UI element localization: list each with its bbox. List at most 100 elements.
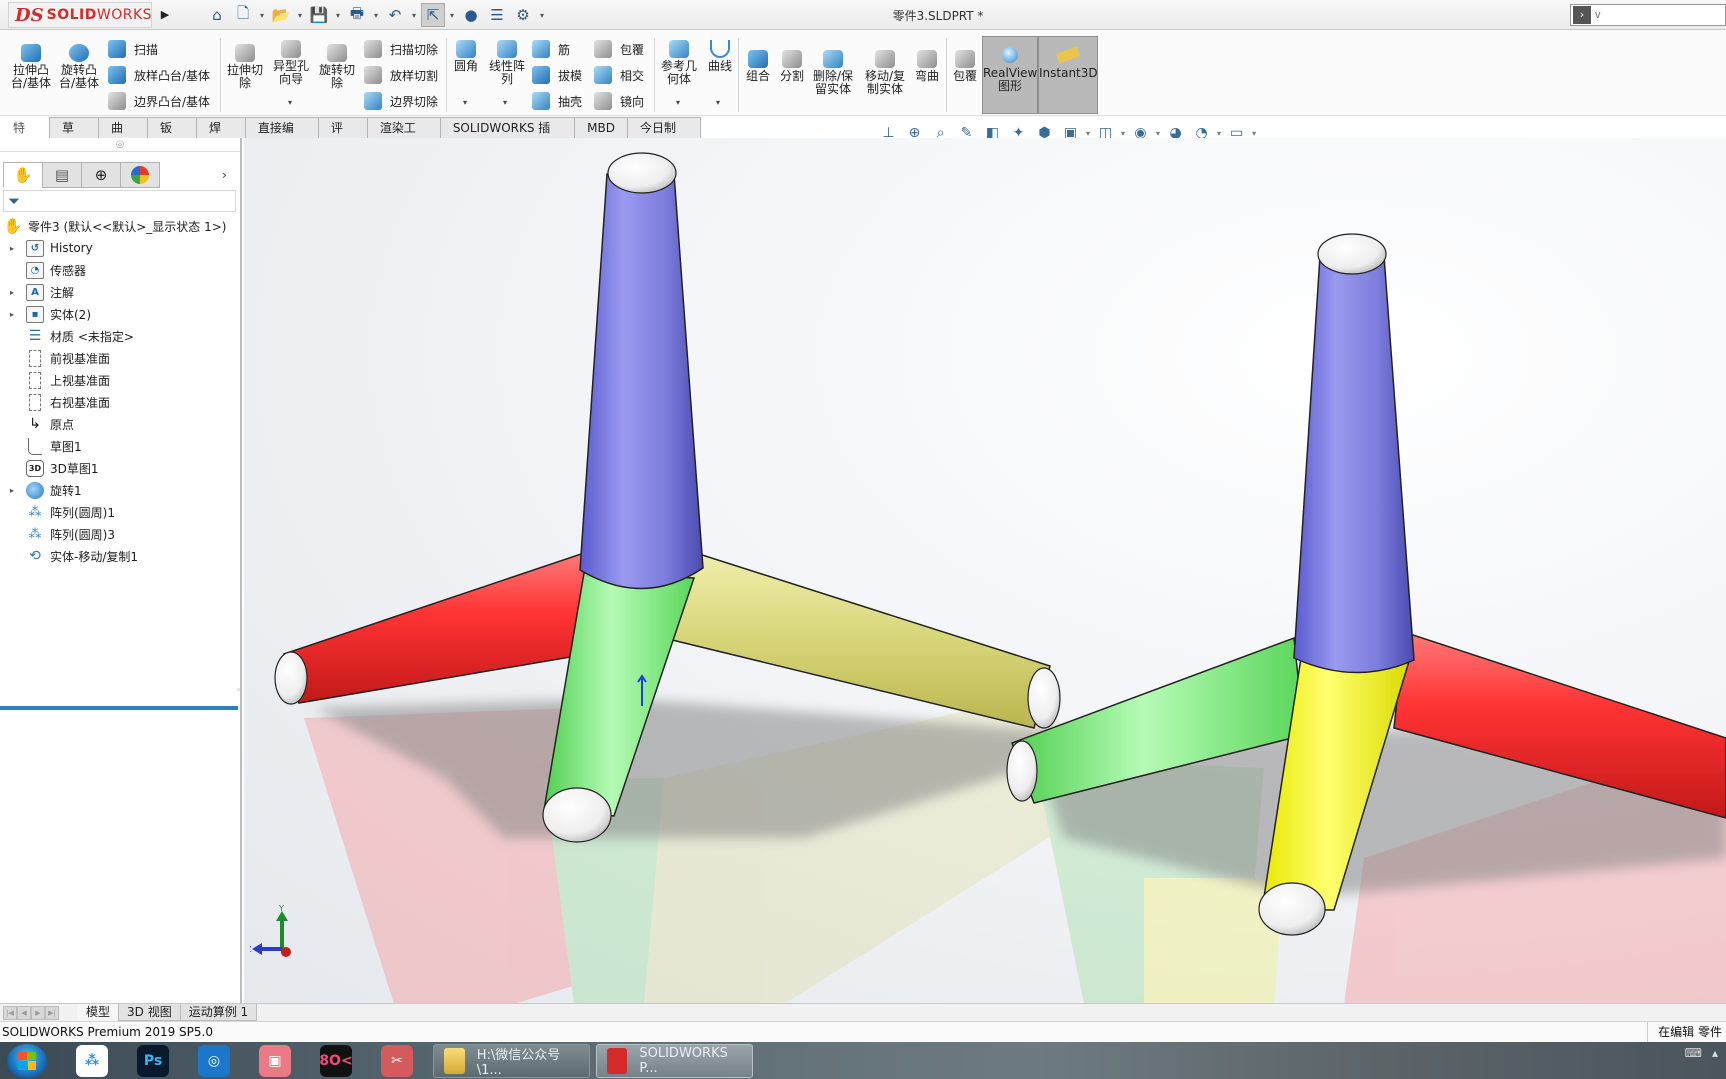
tree-item[interactable]: 上视基准面 — [0, 369, 240, 391]
configuration-manager-tab[interactable]: ⊕ — [81, 162, 121, 188]
last-tab-arrow-icon[interactable]: ▶| — [45, 1005, 59, 1020]
keyboard-icon[interactable]: ⌨ — [1685, 1046, 1702, 1060]
dropdown-arrow-icon[interactable]: ▾ — [1252, 129, 1256, 138]
panel-grip-handle[interactable]: ◎ — [0, 138, 240, 152]
shell-button[interactable]: 抽壳 — [532, 92, 582, 110]
dropdown-arrow-icon[interactable]: ▾ — [1217, 129, 1221, 138]
start-button[interactable] — [7, 1043, 47, 1078]
reference-geometry-dropdown[interactable]: ▾ — [676, 98, 680, 107]
arm-blue-left[interactable] — [579, 173, 704, 590]
expand-arrow-icon[interactable]: ▸ — [6, 310, 18, 319]
feature-tree-filter[interactable]: ⏷ — [3, 190, 236, 212]
tree-item[interactable]: ▸ ▪ 实体(2) — [0, 303, 240, 325]
search-commands-box[interactable]: › — [1570, 4, 1726, 26]
tab-3[interactable]: 钣金 — [146, 117, 197, 155]
delete-keep-body-button[interactable]: 删除/保 留实体 — [810, 50, 856, 96]
tree-item[interactable]: 草图1 — [0, 435, 240, 457]
graphics-area[interactable] — [244, 138, 1726, 1004]
boundary-cut-button[interactable]: 边界切除 — [364, 92, 438, 110]
tree-item[interactable]: 右视基准面 — [0, 391, 240, 413]
arm-yellow-pale-left[interactable] — [663, 545, 1051, 729]
dropdown-arrow-icon[interactable]: ▾ — [537, 11, 547, 20]
save-button[interactable]: 💾 — [307, 3, 331, 27]
tree-root-part[interactable]: ✋ 零件3 (默认<<默认>_显示状态 1>) — [0, 215, 240, 237]
image-viewer-icon[interactable]: ▣ — [259, 1044, 291, 1077]
new-document-button[interactable]: 🗋 — [231, 3, 255, 27]
rollback-bar[interactable] — [0, 706, 238, 710]
tree-item[interactable]: 3D 3D草图1 — [0, 457, 240, 479]
dropdown-arrow-icon[interactable]: ▾ — [257, 11, 267, 20]
hole-wizard-button[interactable]: 异型孔 向导 — [270, 40, 312, 86]
dropdown-arrow-icon[interactable]: ▾ — [447, 11, 457, 20]
reference-geometry-button[interactable]: 参考几 何体 — [658, 40, 700, 86]
dropdown-arrow-icon[interactable]: ▾ — [1156, 129, 1160, 138]
boundary-boss-button[interactable]: 边界凸台/基体 — [108, 92, 210, 110]
revolve-cut-button[interactable]: 旋转切 除 — [316, 44, 358, 90]
home-button[interactable]: ⌂ — [205, 3, 229, 27]
loft-cut-button[interactable]: 放样切割 — [364, 66, 438, 84]
dropdown-arrow-icon[interactable]: ▾ — [333, 11, 343, 20]
tab-0[interactable]: 特征 — [0, 117, 50, 155]
tab-1[interactable]: 草图 — [48, 117, 99, 155]
taskbar-task[interactable]: H:\微信公众号\1... — [433, 1043, 590, 1078]
tab-8[interactable]: SOLIDWORKS 插件 — [439, 117, 576, 155]
expand-arrow-icon[interactable]: ▸ — [6, 288, 18, 297]
photoshop-icon[interactable]: Ps — [137, 1044, 169, 1077]
keyshot-icon[interactable]: ◎ — [198, 1044, 230, 1077]
bottom-tab-2[interactable]: 运动算例 1 — [179, 1004, 258, 1021]
first-tab-arrow-icon[interactable]: |◀ — [3, 1005, 17, 1020]
wrap-button[interactable]: 包覆 — [594, 40, 644, 58]
tray-expand-icon[interactable]: ▴ — [1712, 1046, 1718, 1060]
menu-expand-arrow-icon[interactable]: ▶ — [158, 6, 172, 24]
select-pointer-button[interactable]: ⇱ — [421, 3, 445, 27]
draft-button[interactable]: 拔模 — [532, 66, 582, 84]
fillet-dropdown[interactable]: ▾ — [463, 98, 467, 107]
panel-resize-grip[interactable]: ◦ — [236, 686, 241, 696]
extrude-cut-button[interactable]: 拉伸切 除 — [224, 44, 266, 90]
hole-wizard-dropdown[interactable]: ▾ — [288, 98, 292, 107]
move-copy-body-button[interactable]: 移动/复 制实体 — [860, 50, 910, 96]
expand-arrow-icon[interactable]: ▸ — [6, 486, 18, 495]
dropdown-arrow-icon[interactable]: ▾ — [371, 11, 381, 20]
dropdown-arrow-icon[interactable]: ▾ — [1121, 129, 1125, 138]
arm-blue-right[interactable] — [1293, 255, 1415, 674]
file-properties-button[interactable]: ☰ — [485, 3, 509, 27]
combine-button[interactable]: 组合 — [742, 50, 774, 83]
taskbar-task[interactable]: SOLIDWORKS P... — [596, 1043, 753, 1078]
tab-4[interactable]: 焊件 — [195, 117, 246, 155]
linear-pattern-button[interactable]: 线性阵 列 — [486, 40, 528, 86]
extrude-boss-button[interactable]: 拉伸凸 台/基体 — [10, 44, 52, 90]
tree-item[interactable]: ⁂ 阵列(圆周)1 — [0, 501, 240, 523]
realview-graphics-toggle[interactable]: RealView 图形 — [982, 36, 1038, 114]
tab-7[interactable]: 渲染工具 — [366, 117, 441, 155]
next-tab-arrow-icon[interactable]: ▶ — [31, 1005, 45, 1020]
display-manager-tab[interactable] — [120, 162, 160, 188]
curves-button[interactable]: 曲线 — [704, 40, 736, 73]
arm-red-left[interactable] — [283, 551, 595, 704]
tree-item[interactable]: ⁂ 阵列(圆周)3 — [0, 523, 240, 545]
tree-item[interactable]: ☰ 材质 <未指定> — [0, 325, 240, 347]
dropdown-arrow-icon[interactable]: ▾ — [1086, 129, 1090, 138]
revolve-boss-button[interactable]: 旋转凸 台/基体 — [58, 44, 100, 90]
dropdown-arrow-icon[interactable]: ▾ — [409, 11, 419, 20]
intersect-button[interactable]: 相交 — [594, 66, 644, 84]
open-folder-button[interactable]: 📂 — [269, 3, 293, 27]
tab-6[interactable]: 评估 — [317, 117, 368, 155]
linear-pattern-dropdown[interactable]: ▾ — [503, 98, 507, 107]
tree-item[interactable]: ▸ 旋转1 — [0, 479, 240, 501]
fillet-button[interactable]: 圆角 — [450, 40, 482, 73]
print-button[interactable]: 🖶 — [345, 3, 369, 27]
tab-2[interactable]: 曲面 — [97, 117, 148, 155]
command-search-icon[interactable]: › — [1573, 6, 1591, 24]
curves-dropdown[interactable]: ▾ — [716, 98, 720, 107]
dropdown-arrow-icon[interactable]: ▾ — [295, 11, 305, 20]
property-manager-tab[interactable]: ▤ — [42, 162, 82, 188]
tab-10[interactable]: 今日制造 — [627, 117, 701, 155]
undo-button[interactable]: ↶ — [383, 3, 407, 27]
tree-item[interactable]: 前视基准面 — [0, 347, 240, 369]
tree-item[interactable]: ⟲ 实体-移动/复制1 — [0, 545, 240, 567]
tree-item[interactable]: ▸ ↺ History — [0, 237, 240, 259]
flex-button[interactable]: 弯曲 — [912, 50, 942, 83]
tree-item[interactable]: ↳ 原点 — [0, 413, 240, 435]
wrap-body-button[interactable]: 包覆 — [950, 50, 980, 83]
